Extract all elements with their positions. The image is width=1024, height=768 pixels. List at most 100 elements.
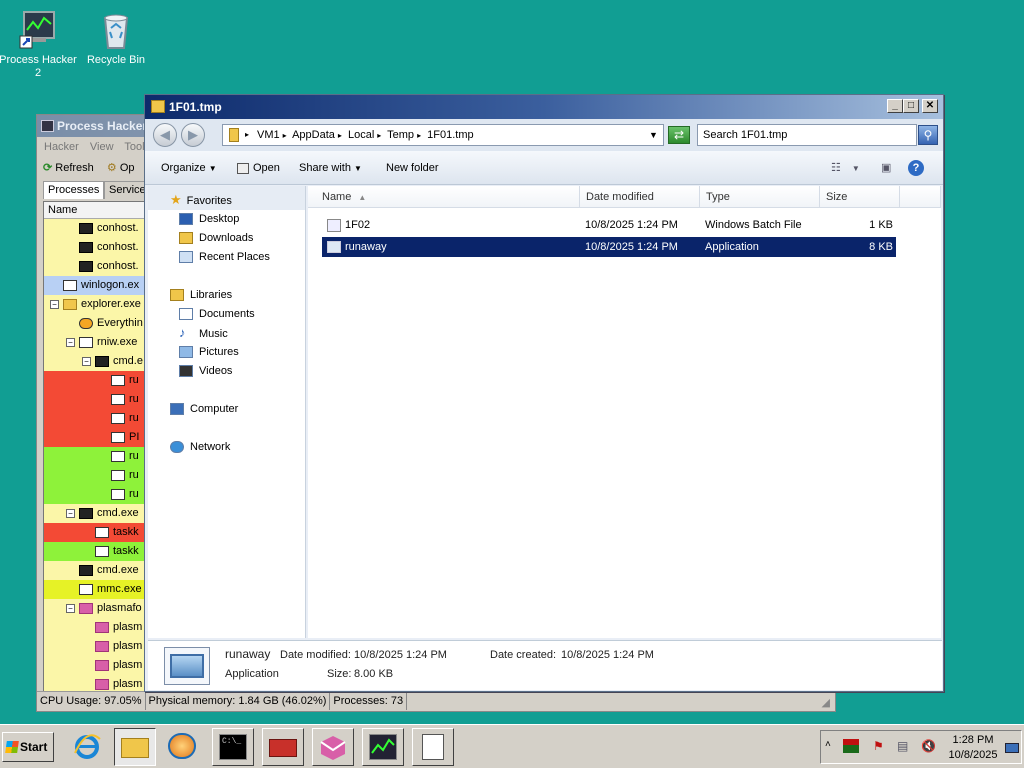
forward-button[interactable]: ▶ [181,123,205,147]
column-header-name[interactable]: Name [44,202,145,219]
taskbar-process-hacker[interactable] [362,728,404,766]
file-list[interactable]: Name ▲ Date modified Type Size 1F02 10/8… [308,186,941,638]
taskbar-command-prompt[interactable]: C:\_ [212,728,254,766]
process-row[interactable]: conhost. [44,238,145,257]
process-row[interactable]: − explorer.exe [44,295,145,314]
process-row[interactable]: taskk [44,523,145,542]
breadcrumb[interactable]: ▸ VM1 ▸ AppData ▸ Local ▸ Temp ▸ 1F01.tmp ▼ [222,124,664,146]
file-row-selected[interactable]: runaway 10/8/2025 1:24 PM Application 8 … [321,236,897,258]
share-with-button[interactable]: Share with ▼ [299,151,362,186]
desktop-icon-process-hacker[interactable]: Process Hacker 2 [0,10,78,80]
nav-label: Recent Places [199,251,270,263]
process-row[interactable]: conhost. [44,219,145,238]
process-row[interactable]: ru [44,390,145,409]
column-header-name[interactable]: Name ▲ [308,186,580,208]
process-row[interactable]: − cmd.exe [44,504,145,523]
open-button[interactable]: Open [237,151,280,185]
refresh-icon[interactable]: ⇄ [668,126,690,144]
search-input[interactable]: Search 1F01.tmp [697,124,917,146]
nav-desktop[interactable]: Desktop [179,210,239,228]
collapse-toggle-icon[interactable]: − [66,603,75,613]
collapse-toggle-icon[interactable]: − [66,508,75,518]
breadcrumb-current[interactable]: 1F01.tmp [427,129,473,141]
resize-grip-icon[interactable]: ◢ [819,694,833,712]
show-hidden-icons-icon[interactable]: ˄ [825,739,831,750]
process-row[interactable]: PI [44,428,145,447]
show-desktop-icon[interactable] [1005,743,1019,753]
new-folder-button[interactable]: New folder [386,151,439,185]
column-header-date[interactable]: Date modified [580,186,700,208]
file-name: 1F02 [345,219,371,231]
explorer-window[interactable]: 1F01.tmp _ □ ✕ ◀ ▶ ▸ VM1 ▸ AppData ▸ Local… [144,94,944,692]
address-dropdown-icon[interactable]: ▼ [649,125,658,145]
cpu-graph-icon[interactable] [843,739,859,753]
help-icon[interactable]: ? [908,160,924,176]
clock[interactable]: 1:28 PM 10/8/2025 [945,733,1001,763]
action-center-icon[interactable]: ⚑ [873,739,884,753]
breadcrumb-vm1[interactable]: VM1 [257,129,280,141]
process-row[interactable]: − plasmafo [44,599,145,618]
network-icon[interactable]: ▤ [897,739,908,753]
process-row[interactable]: ru [44,409,145,428]
nav-recent-places[interactable]: Recent Places [179,248,270,266]
view-options-icon[interactable]: ☷ ▼ [831,151,860,186]
taskbar-notepad[interactable] [412,728,454,766]
explorer-titlebar[interactable]: 1F01.tmp _ □ ✕ [145,95,943,119]
nav-music[interactable]: ♪ Music [179,324,228,342]
nav-pictures[interactable]: Pictures [179,343,239,361]
column-header-type[interactable]: Type [700,186,820,208]
tab-processes[interactable]: Processes [43,181,105,199]
nav-documents[interactable]: Documents [179,305,255,323]
close-button[interactable]: ✕ [922,99,938,113]
nav-downloads[interactable]: Downloads [179,229,253,247]
nav-favorites[interactable]: ★ Favorites [170,191,232,209]
menu-view[interactable]: View [90,141,114,153]
process-row[interactable]: ru [44,466,145,485]
collapse-toggle-icon[interactable]: − [50,299,59,309]
back-button[interactable]: ◀ [153,123,177,147]
breadcrumb-temp[interactable]: Temp [387,129,414,141]
process-row[interactable]: ru [44,447,145,466]
nav-videos[interactable]: Videos [179,362,232,380]
process-row[interactable]: conhost. [44,257,145,276]
breadcrumb-appdata[interactable]: AppData [292,129,335,141]
process-row[interactable]: − rniw.exe [44,333,145,352]
taskbar-internet-explorer[interactable] [67,728,109,766]
process-row[interactable]: taskk [44,542,145,561]
process-row[interactable]: ru [44,371,145,390]
process-tree[interactable]: Name conhost. conhost. conhost. winlogon.ex… [43,201,146,701]
process-row[interactable]: mmc.exe [44,580,145,599]
process-row[interactable]: plasm [44,618,145,637]
process-row[interactable]: Everythin [44,314,145,333]
desktop-icon-recycle-bin[interactable]: Recycle Bin [76,10,156,67]
taskbar-plasma[interactable] [312,728,354,766]
menu-hacker[interactable]: Hacker [44,141,79,153]
nav-network[interactable]: Network [170,438,230,456]
collapse-toggle-icon[interactable]: − [66,337,75,347]
breadcrumb-local[interactable]: Local [348,129,374,141]
menu-tools[interactable]: Tool [124,141,144,153]
taskbar-toolbox[interactable] [262,728,304,766]
process-row[interactable]: − cmd.e [44,352,145,371]
options-button[interactable]: ⚙ Op [107,162,135,174]
preview-pane-icon[interactable]: ▣ [881,151,891,185]
collapse-toggle-icon[interactable]: − [82,356,91,366]
organize-button[interactable]: Organize ▼ [161,151,217,186]
file-row[interactable]: 1F02 10/8/2025 1:24 PM Windows Batch Fil… [322,215,896,235]
column-header-size[interactable]: Size [820,186,900,208]
volume-muted-icon[interactable]: 🔇 [921,739,936,753]
process-row[interactable]: plasm [44,656,145,675]
refresh-button[interactable]: ⟳ Refresh [43,162,94,174]
nav-computer[interactable]: Computer [170,400,238,418]
taskbar-media-player[interactable] [162,728,204,766]
process-row[interactable]: ru [44,485,145,504]
taskbar-explorer[interactable] [114,728,156,766]
minimize-button[interactable]: _ [887,99,903,113]
nav-libraries[interactable]: Libraries [170,286,232,304]
process-row[interactable]: plasm [44,637,145,656]
start-button[interactable]: Start [2,732,54,762]
process-row[interactable]: winlogon.ex [44,276,145,295]
search-icon[interactable]: ⚲ [918,125,938,145]
maximize-button[interactable]: □ [903,99,919,113]
process-row[interactable]: cmd.exe [44,561,145,580]
